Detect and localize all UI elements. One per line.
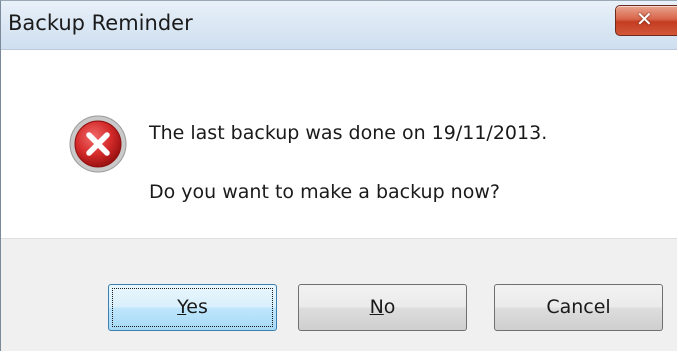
no-label-rest: o bbox=[383, 296, 396, 318]
title-bar[interactable]: Backup Reminder ✕ bbox=[1, 1, 677, 50]
close-button[interactable]: ✕ bbox=[615, 5, 677, 36]
yes-button[interactable]: Yes bbox=[108, 284, 277, 331]
button-bar: Yes No Cancel bbox=[1, 238, 677, 351]
last-backup-message: The last backup was done on 19/11/2013. bbox=[149, 122, 548, 144]
error-icon bbox=[69, 115, 127, 173]
backup-reminder-dialog: Backup Reminder ✕ The last backup was do… bbox=[0, 0, 677, 351]
message-area: The last backup was done on 19/11/2013. … bbox=[1, 50, 677, 238]
close-icon: ✕ bbox=[636, 7, 653, 31]
cancel-button[interactable]: Cancel bbox=[494, 284, 663, 331]
no-mnemonic: N bbox=[369, 296, 384, 318]
no-button[interactable]: No bbox=[298, 284, 467, 331]
yes-label-rest: es bbox=[186, 296, 208, 318]
backup-prompt-message: Do you want to make a backup now? bbox=[149, 181, 500, 203]
yes-mnemonic: Y bbox=[177, 296, 187, 318]
window-title: Backup Reminder bbox=[8, 11, 193, 35]
cancel-label: Cancel bbox=[546, 296, 611, 318]
